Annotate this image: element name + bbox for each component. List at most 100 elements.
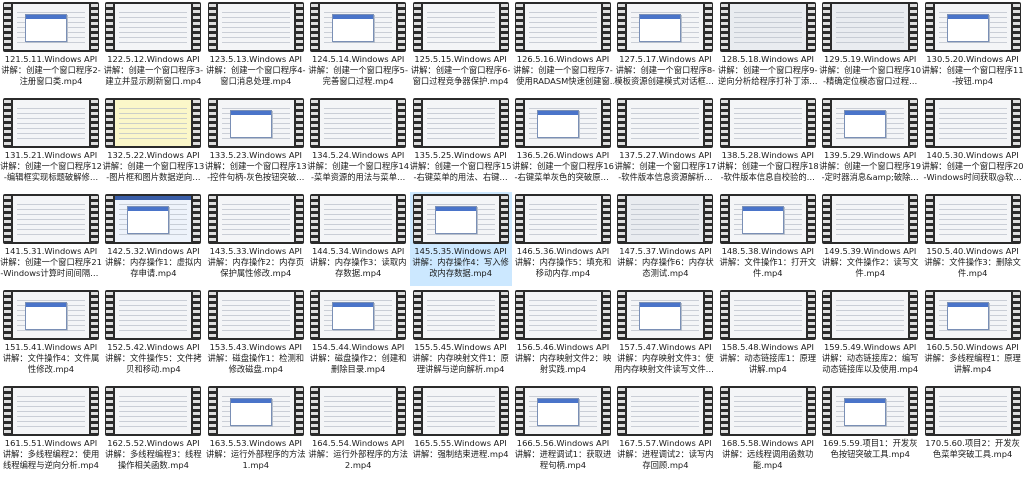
file-item[interactable]: 149.5.39.Windows API 讲解：文件操作2：读写文件.mp4	[819, 192, 921, 286]
file-item[interactable]: 169.5.59.项目1：开发灰色按钮突破工具.mp4	[819, 384, 921, 478]
file-item[interactable]: 121.5.11.Windows API 讲解：创建一个窗口程序2-注册窗口类.…	[0, 0, 102, 94]
video-file-thumbnail-icon	[515, 2, 611, 52]
file-name-label: 135.5.25.Windows API 讲解：创建一个窗口程序15-右键菜单的…	[409, 150, 512, 182]
file-name-label: 144.5.34.Windows API 讲解：内存操作3：读取内存数据.mp4	[309, 246, 407, 278]
file-name-label: 141.5.31.Windows API 讲解：创建一个窗口程序21-Windo…	[0, 246, 102, 278]
video-file-thumbnail-icon	[412, 194, 509, 244]
file-name-label: 145.5.35.Windows API 讲解：内存操作4：写入修改内存数据.m…	[412, 246, 509, 278]
file-item[interactable]: 142.5.32.Windows API 讲解：内存操作1：虚拟内存申请.mp4	[102, 192, 204, 286]
file-item[interactable]: 170.5.60.项目2：开发灰色菜单突破工具.mp4	[922, 384, 1024, 478]
file-name-label: 164.5.54.Windows API 讲解：运行外部程序的方法2.mp4	[308, 438, 408, 470]
file-name-label: 122.5.12.Windows API 讲解：创建一个窗口程序3-建立并显示刷…	[103, 54, 204, 86]
file-item[interactable]: 160.5.50.Windows API 讲解：多线程编程1：原理讲解.mp4	[922, 288, 1024, 382]
video-file-thumbnail-icon	[924, 98, 1021, 148]
file-item[interactable]: 134.5.24.Windows API 讲解：创建一个窗口程序14-菜单资源的…	[307, 96, 409, 190]
file-item[interactable]: 162.5.52.Windows API 讲解：多线程编程3：线程操作相关函数.…	[102, 384, 204, 478]
video-file-thumbnail-icon	[105, 194, 202, 244]
file-name-label: 147.5.37.Windows API 讲解：内存操作6：内存状态测试.mp4	[617, 246, 714, 278]
file-name-label: 168.5.58.Windows API 讲解：远线程调用函数功能.mp4	[721, 438, 814, 470]
file-item[interactable]: 135.5.25.Windows API 讲解：创建一个窗口程序15-右键菜单的…	[410, 96, 512, 190]
file-item[interactable]: 125.5.15.Windows API 讲解：创建一个窗口程序6-窗口过程竞争…	[410, 0, 512, 94]
file-item[interactable]: 140.5.30.Windows API 讲解：创建一个窗口程序20-Windo…	[922, 96, 1024, 190]
file-name-label: 156.5.46.Windows API 讲解：内存映射文件2：映射实践.mp4	[514, 342, 612, 374]
file-name-label: 131.5.21.Windows API 讲解：创建一个窗口程序12-编辑框实现…	[0, 150, 102, 182]
file-item[interactable]: 137.5.27.Windows API 讲解：创建一个窗口程序17-软件版本信…	[614, 96, 716, 190]
video-file-thumbnail-icon	[207, 290, 304, 340]
file-item[interactable]: 152.5.42.Windows API 讲解：文件操作5：文件拷贝和移动.mp…	[102, 288, 204, 382]
file-item[interactable]: 128.5.18.Windows API 讲解：创建一个窗口程序9-逆向分析给程…	[717, 0, 819, 94]
file-item[interactable]: 138.5.28.Windows API 讲解：创建一个窗口程序18-软件版本信…	[717, 96, 819, 190]
file-item[interactable]: 166.5.56.Windows API 讲解：进程调试1：获取进程句柄.mp4	[512, 384, 614, 478]
video-file-thumbnail-icon	[412, 98, 509, 148]
file-name-label: 161.5.51.Windows API 讲解：多线程编程2：使用线程编程与逆向…	[2, 438, 100, 470]
video-file-thumbnail-icon	[515, 98, 611, 148]
file-name-label: 143.5.33.Windows API 讲解：内存操作2：内存页保护属性修改.…	[207, 246, 305, 278]
video-file-thumbnail-icon	[617, 194, 714, 244]
file-item[interactable]: 132.5.22.Windows API 讲解：创建一个窗口程序13-图片框和图…	[102, 96, 204, 190]
video-file-thumbnail-icon	[207, 98, 304, 148]
video-file-thumbnail-icon	[3, 194, 99, 244]
video-file-thumbnail-icon	[207, 386, 304, 436]
file-item[interactable]: 131.5.21.Windows API 讲解：创建一个窗口程序12-编辑框实现…	[0, 96, 102, 190]
video-file-thumbnail-icon	[822, 194, 919, 244]
file-item[interactable]: 167.5.57.Windows API 讲解：进程调试2：读写内存回顾.mp4	[614, 384, 716, 478]
file-item[interactable]: 156.5.46.Windows API 讲解：内存映射文件2：映射实践.mp4	[512, 288, 614, 382]
file-name-label: 136.5.26.Windows API 讲解：创建一个窗口程序16-右键菜单灰…	[512, 150, 614, 182]
video-file-thumbnail-icon	[617, 98, 714, 148]
file-name-label: 126.5.16.Windows API 讲解：创建一个窗口程序7-使用RADA…	[513, 54, 613, 86]
video-file-thumbnail-icon	[207, 2, 304, 52]
file-item[interactable]: 153.5.43.Windows API 讲解：磁盘操作1：检测和修改磁盘.mp…	[205, 288, 307, 382]
file-name-label: 134.5.24.Windows API 讲解：创建一个窗口程序14-菜单资源的…	[307, 150, 410, 182]
video-file-thumbnail-icon	[617, 290, 714, 340]
file-item[interactable]: 168.5.58.Windows API 讲解：远线程调用函数功能.mp4	[717, 384, 819, 478]
video-file-thumbnail-icon	[515, 386, 611, 436]
file-item[interactable]: 151.5.41.Windows API 讲解：文件操作4：文件属性修改.mp4	[0, 288, 102, 382]
file-item[interactable]: 139.5.29.Windows API 讲解：创建一个窗口程序19-定时器消息…	[819, 96, 921, 190]
video-file-thumbnail-icon	[515, 290, 611, 340]
file-item[interactable]: 124.5.14.Windows API 讲解：创建一个窗口程序5-完善窗口过程…	[307, 0, 409, 94]
video-file-thumbnail-icon	[412, 290, 509, 340]
file-item[interactable]: 150.5.40.Windows API 讲解：文件操作3：删除文件.mp4	[922, 192, 1024, 286]
file-item[interactable]: 158.5.48.Windows API 讲解：动态链接库1：原理讲解.mp4	[717, 288, 819, 382]
file-item[interactable]: 122.5.12.Windows API 讲解：创建一个窗口程序3-建立并显示刷…	[102, 0, 204, 94]
file-item[interactable]: 155.5.45.Windows API 讲解：内存映射文件1：原理讲解与逆向解…	[410, 288, 512, 382]
file-item[interactable]: 159.5.49.Windows API 讲解：动态链接库2：编写动态链接库以及…	[819, 288, 921, 382]
video-file-thumbnail-icon	[3, 98, 99, 148]
file-name-label: 157.5.47.Windows API 讲解：内存映射文件3：使用内存映射文件…	[614, 342, 717, 374]
file-item[interactable]: 144.5.34.Windows API 讲解：内存操作3：读取内存数据.mp4	[307, 192, 409, 286]
video-file-thumbnail-icon	[310, 194, 407, 244]
file-item[interactable]: 141.5.31.Windows API 讲解：创建一个窗口程序21-Windo…	[0, 192, 102, 286]
file-item[interactable]: 157.5.47.Windows API 讲解：内存映射文件3：使用内存映射文件…	[614, 288, 716, 382]
file-item[interactable]: 143.5.33.Windows API 讲解：内存操作2：内存页保护属性修改.…	[205, 192, 307, 286]
file-item[interactable]: 130.5.20.Windows API 讲解：创建一个窗口程序11-按钮.mp…	[922, 0, 1024, 94]
file-item[interactable]: 146.5.36.Windows API 讲解：内存操作5：填充和移动内存.mp…	[512, 192, 614, 286]
file-name-label: 125.5.15.Windows API 讲解：创建一个窗口程序6-窗口过程竞争…	[410, 54, 511, 86]
file-item[interactable]: 164.5.54.Windows API 讲解：运行外部程序的方法2.mp4	[307, 384, 409, 478]
file-item[interactable]: 123.5.13.Windows API 讲解：创建一个窗口程序4-窗口消息处理…	[205, 0, 307, 94]
video-file-thumbnail-icon	[719, 2, 816, 52]
file-item[interactable]: 161.5.51.Windows API 讲解：多线程编程2：使用线程编程与逆向…	[0, 384, 102, 478]
file-name-label: 127.5.17.Windows API 讲解：创建一个窗口程序8-模板资源创建…	[614, 54, 717, 86]
file-name-label: 169.5.59.项目1：开发灰色按钮突破工具.mp4	[822, 438, 918, 459]
video-file-thumbnail-icon	[3, 290, 99, 340]
file-item[interactable]: 136.5.26.Windows API 讲解：创建一个窗口程序16-右键菜单灰…	[512, 96, 614, 190]
file-item[interactable]: 145.5.35.Windows API 讲解：内存操作4：写入修改内存数据.m…	[409, 192, 512, 286]
file-name-label: 154.5.44.Windows API 讲解：磁盘操作2：创建和删除目录.mp…	[309, 342, 407, 374]
file-item[interactable]: 129.5.19.Windows API 讲解：创建一个窗口程序10-精确定位模…	[819, 0, 921, 94]
file-name-label: 159.5.49.Windows API 讲解：动态链接库2：编写动态链接库以及…	[821, 342, 919, 374]
file-item[interactable]: 148.5.38.Windows API 讲解：文件操作1：打开文件.mp4	[717, 192, 819, 286]
file-name-label: 124.5.14.Windows API 讲解：创建一个窗口程序5-完善窗口过程…	[308, 54, 408, 86]
file-item[interactable]: 165.5.55.Windows API 讲解：强制结束进程.mp4	[410, 384, 512, 478]
file-name-label: 167.5.57.Windows API 讲解：进程调试2：读写内存回顾.mp4	[617, 438, 714, 470]
file-name-label: 146.5.36.Windows API 讲解：内存操作5：填充和移动内存.mp…	[514, 246, 612, 278]
file-name-label: 137.5.27.Windows API 讲解：创建一个窗口程序17-软件版本信…	[614, 150, 717, 182]
file-item[interactable]: 163.5.53.Windows API 讲解：运行外部程序的方法1.mp4	[205, 384, 307, 478]
file-name-label: 149.5.39.Windows API 讲解：文件操作2：读写文件.mp4	[821, 246, 919, 278]
file-item[interactable]: 127.5.17.Windows API 讲解：创建一个窗口程序8-模板资源创建…	[614, 0, 716, 94]
video-file-thumbnail-icon	[822, 98, 919, 148]
file-item[interactable]: 147.5.37.Windows API 讲解：内存操作6：内存状态测试.mp4	[614, 192, 716, 286]
file-name-label: 166.5.56.Windows API 讲解：进程调试1：获取进程句柄.mp4	[514, 438, 612, 470]
file-item[interactable]: 126.5.16.Windows API 讲解：创建一个窗口程序7-使用RADA…	[512, 0, 614, 94]
file-item[interactable]: 154.5.44.Windows API 讲解：磁盘操作2：创建和删除目录.mp…	[307, 288, 409, 382]
file-item[interactable]: 133.5.23.Windows API 讲解：创建一个窗口程序13-控件句柄-…	[205, 96, 307, 190]
